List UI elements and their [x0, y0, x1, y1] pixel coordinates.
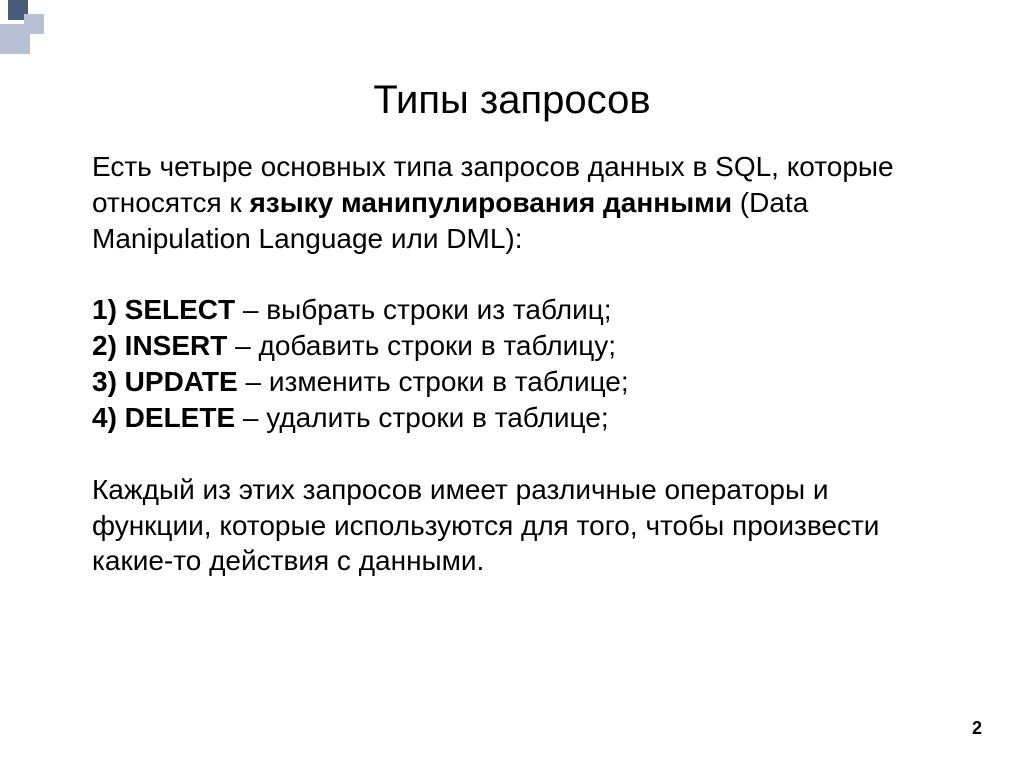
list-item: 3) UPDATE – изменить строки в таблице; [92, 364, 944, 400]
slide-content: Есть четыре основных типа запросов данны… [0, 149, 1024, 579]
page-number: 2 [972, 718, 982, 739]
intro-paragraph: Есть четыре основных типа запросов данны… [92, 149, 944, 256]
list-item-command: 2) INSERT [92, 330, 227, 361]
list-item-description: – удалить строки в таблице; [235, 402, 609, 433]
list-item-command: 3) UPDATE [92, 366, 238, 397]
list-item: 4) DELETE – удалить строки в таблице; [92, 400, 944, 436]
list-item-command: 4) DELETE [92, 402, 235, 433]
query-types-list: 1) SELECT – выбрать строки из таблиц; 2)… [92, 292, 944, 435]
list-item-command: 1) SELECT [92, 294, 235, 325]
intro-text-bold: языку манипулирования данными [249, 187, 732, 218]
list-item-description: – выбрать строки из таблиц; [235, 294, 611, 325]
list-item-description: – изменить строки в таблице; [238, 366, 629, 397]
outro-paragraph: Каждый из этих запросов имеет различные … [92, 472, 944, 579]
list-item-description: – добавить строки в таблицу; [227, 330, 616, 361]
list-item: 2) INSERT – добавить строки в таблицу; [92, 328, 944, 364]
slide-title: Типы запросов [0, 0, 1024, 149]
list-item: 1) SELECT – выбрать строки из таблиц; [92, 292, 944, 328]
